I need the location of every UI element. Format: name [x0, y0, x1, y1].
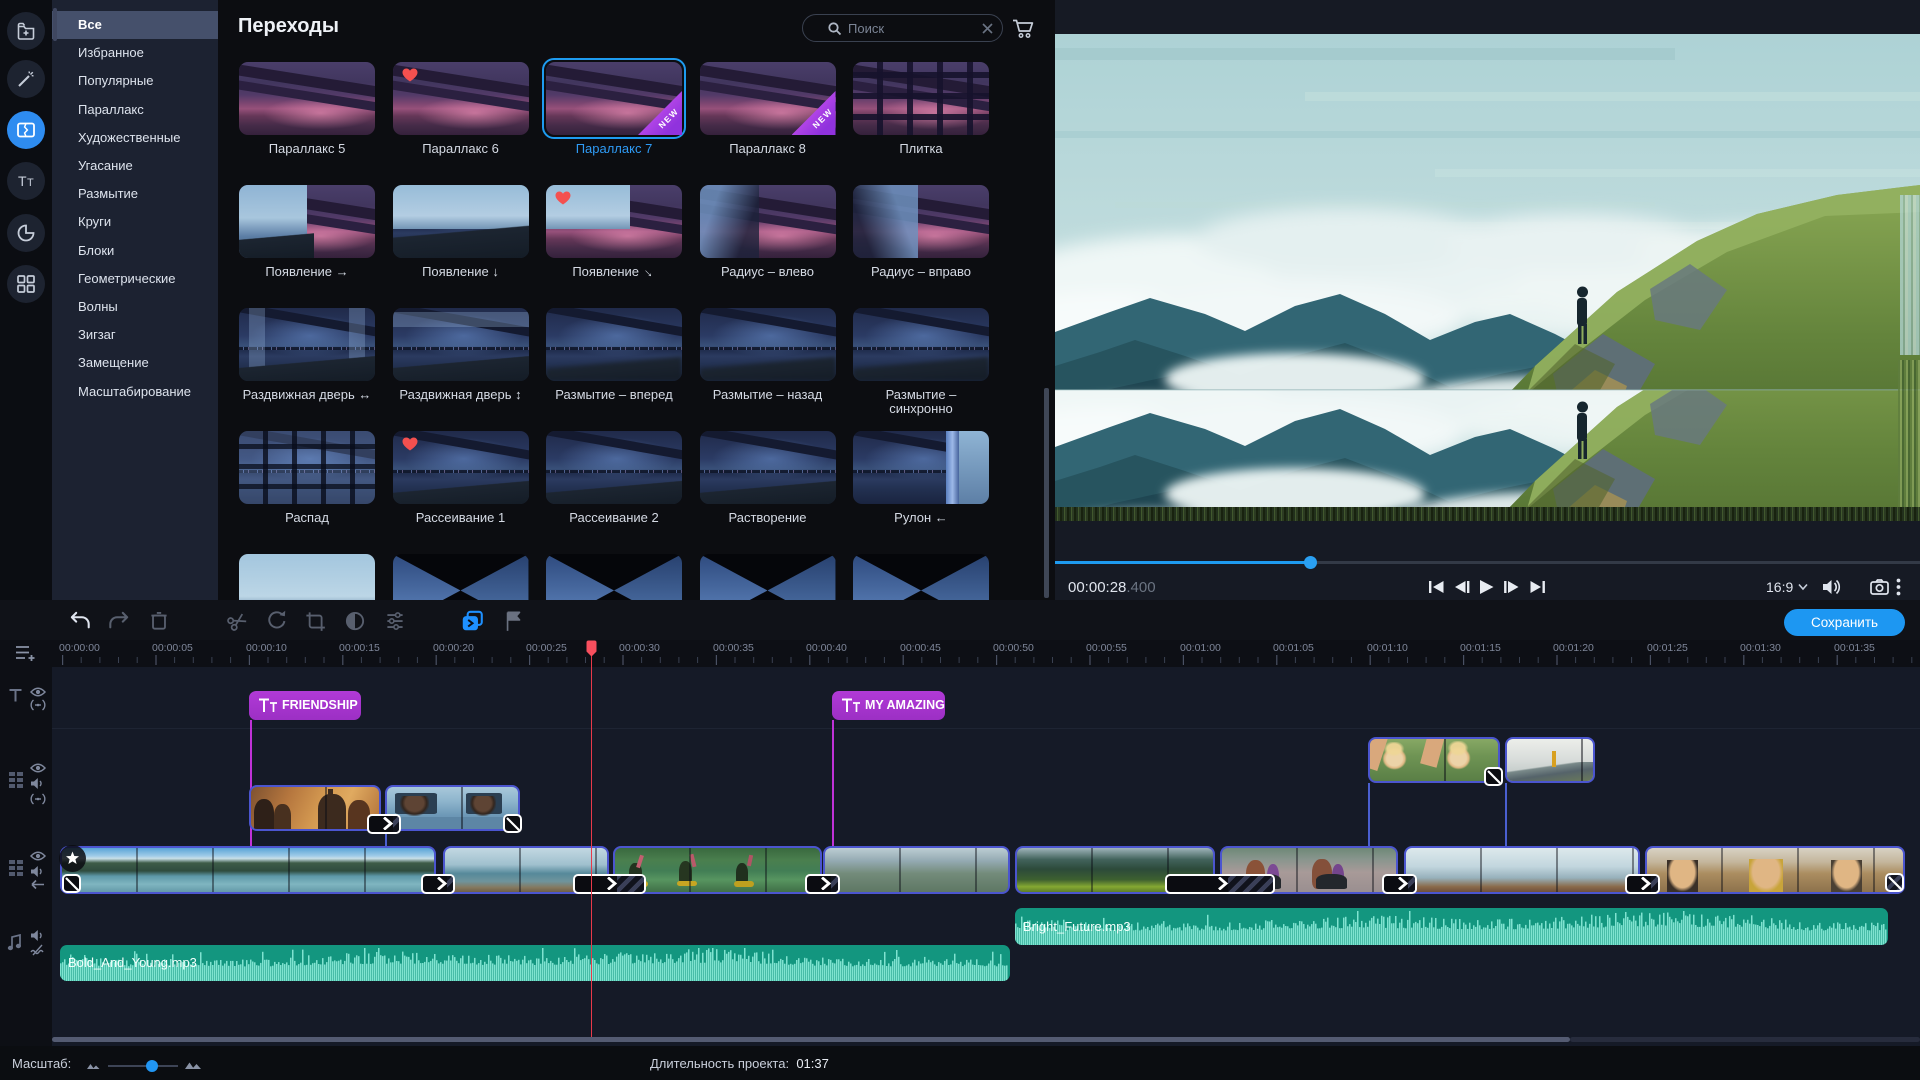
svg-text:T: T	[27, 177, 34, 189]
svg-text:T: T	[18, 173, 27, 189]
